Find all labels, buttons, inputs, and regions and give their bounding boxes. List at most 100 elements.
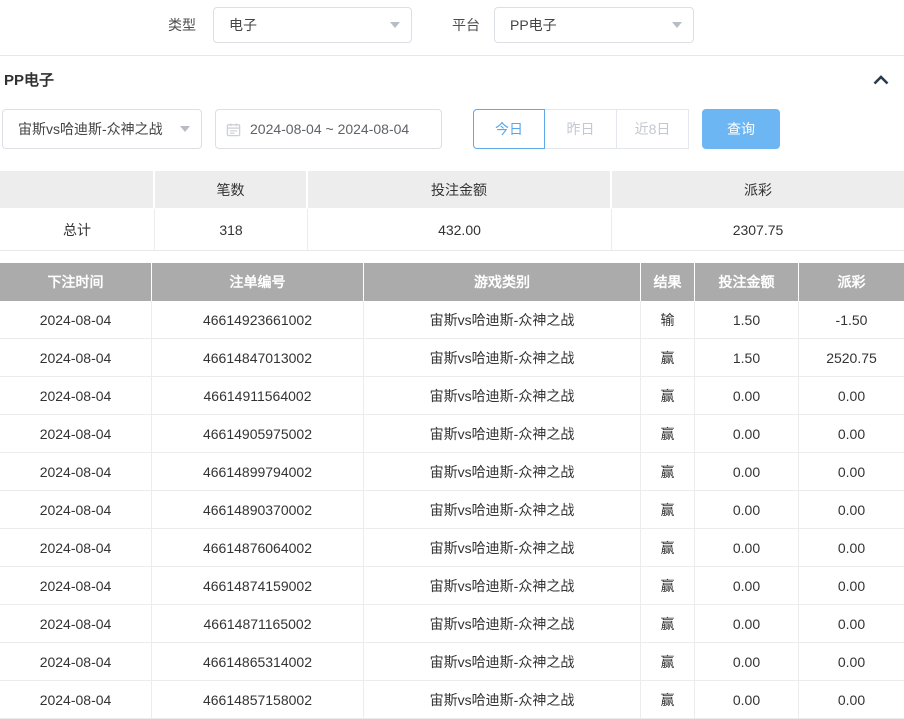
cell-payout: 0.00 xyxy=(799,491,904,528)
cell-game-category: 宙斯vs哈迪斯-众神之战 xyxy=(364,339,641,376)
cell-order-number: 46614857158002 xyxy=(152,681,364,718)
cell-order-number: 46614847013002 xyxy=(152,339,364,376)
caret-down-icon xyxy=(390,22,400,33)
cell-payout: 0.00 xyxy=(799,681,904,718)
cell-bet-amount: 0.00 xyxy=(695,643,799,680)
cell-result: 赢 xyxy=(641,415,695,452)
platform-label: 平台 xyxy=(452,15,480,35)
table-row: 2024-08-04 46614905975002 宙斯vs哈迪斯-众神之战 赢… xyxy=(0,415,904,453)
cell-game-category: 宙斯vs哈迪斯-众神之战 xyxy=(364,605,641,642)
cell-game-category: 宙斯vs哈迪斯-众神之战 xyxy=(364,301,641,338)
cell-bet-amount: 1.50 xyxy=(695,339,799,376)
cell-bet-time: 2024-08-04 xyxy=(0,643,152,680)
cell-game-category: 宙斯vs哈迪斯-众神之战 xyxy=(364,643,641,680)
cell-game-category: 宙斯vs哈迪斯-众神之战 xyxy=(364,567,641,604)
cell-result: 赢 xyxy=(641,567,695,604)
quick-range-button[interactable]: 今日 xyxy=(473,109,545,149)
game-select[interactable]: 宙斯vs哈迪斯-众神之战 xyxy=(2,109,202,149)
table-row: 2024-08-04 46614871165002 宙斯vs哈迪斯-众神之战 赢… xyxy=(0,605,904,643)
top-filter-bar: 类型 电子 平台 PP电子 xyxy=(0,7,904,43)
cell-payout: 0.00 xyxy=(799,453,904,490)
date-range-value: 2024-08-04 ~ 2024-08-04 xyxy=(250,121,409,137)
cell-bet-amount: 0.00 xyxy=(695,567,799,604)
table-row: 2024-08-04 46614857158002 宙斯vs哈迪斯-众神之战 赢… xyxy=(0,681,904,719)
cell-order-number: 46614876064002 xyxy=(152,529,364,566)
summary-header-row: 笔数 投注金额 派彩 xyxy=(0,171,904,208)
cell-bet-amount: 0.00 xyxy=(695,491,799,528)
cell-order-number: 46614865314002 xyxy=(152,643,364,680)
cell-bet-time: 2024-08-04 xyxy=(0,491,152,528)
cell-payout: 0.00 xyxy=(799,643,904,680)
col-result: 结果 xyxy=(641,263,695,301)
summary-table: 笔数 投注金额 派彩 总计 318 432.00 2307.75 xyxy=(0,171,904,251)
game-select-value: 宙斯vs哈迪斯-众神之战 xyxy=(18,119,163,139)
quick-range-button[interactable]: 昨日 xyxy=(545,109,617,149)
col-game-category: 游戏类别 xyxy=(364,263,641,301)
cell-bet-time: 2024-08-04 xyxy=(0,415,152,452)
table-row: 2024-08-04 46614911564002 宙斯vs哈迪斯-众神之战 赢… xyxy=(0,377,904,415)
cell-bet-time: 2024-08-04 xyxy=(0,339,152,376)
summary-total-row: 总计 318 432.00 2307.75 xyxy=(0,209,904,251)
type-select-value: 电子 xyxy=(229,15,257,35)
cell-order-number: 46614874159002 xyxy=(152,567,364,604)
cell-bet-amount: 0.00 xyxy=(695,377,799,414)
records-table-header: 下注时间 注单编号 游戏类别 结果 投注金额 派彩 xyxy=(0,263,904,301)
cell-payout: 0.00 xyxy=(799,529,904,566)
cell-result: 赢 xyxy=(641,605,695,642)
cell-order-number: 46614923661002 xyxy=(152,301,364,338)
cell-order-number: 46614890370002 xyxy=(152,491,364,528)
cell-bet-amount: 0.00 xyxy=(695,529,799,566)
summary-total-count: 318 xyxy=(155,209,308,250)
summary-header-payout: 派彩 xyxy=(612,171,904,208)
cell-bet-amount: 0.00 xyxy=(695,415,799,452)
summary-header-empty xyxy=(0,171,155,208)
table-row: 2024-08-04 46614923661002 宙斯vs哈迪斯-众神之战 输… xyxy=(0,301,904,339)
cell-bet-amount: 1.50 xyxy=(695,301,799,338)
date-range-input[interactable]: 2024-08-04 ~ 2024-08-04 xyxy=(215,109,442,149)
table-row: 2024-08-04 46614865314002 宙斯vs哈迪斯-众神之战 赢… xyxy=(0,643,904,681)
cell-game-category: 宙斯vs哈迪斯-众神之战 xyxy=(364,491,641,528)
section-header: PP电子 xyxy=(0,56,904,90)
chevron-up-icon[interactable] xyxy=(872,74,890,86)
cell-bet-amount: 0.00 xyxy=(695,453,799,490)
cell-result: 赢 xyxy=(641,681,695,718)
type-select[interactable]: 电子 xyxy=(213,7,412,43)
cell-result: 赢 xyxy=(641,643,695,680)
cell-bet-amount: 0.00 xyxy=(695,605,799,642)
cell-payout: 0.00 xyxy=(799,415,904,452)
cell-order-number: 46614871165002 xyxy=(152,605,364,642)
table-row: 2024-08-04 46614874159002 宙斯vs哈迪斯-众神之战 赢… xyxy=(0,567,904,605)
cell-bet-time: 2024-08-04 xyxy=(0,377,152,414)
cell-bet-time: 2024-08-04 xyxy=(0,567,152,604)
cell-bet-time: 2024-08-04 xyxy=(0,301,152,338)
cell-bet-time: 2024-08-04 xyxy=(0,681,152,718)
cell-payout: -1.50 xyxy=(799,301,904,338)
table-row: 2024-08-04 46614899794002 宙斯vs哈迪斯-众神之战 赢… xyxy=(0,453,904,491)
cell-game-category: 宙斯vs哈迪斯-众神之战 xyxy=(364,529,641,566)
cell-result: 赢 xyxy=(641,339,695,376)
caret-down-icon xyxy=(672,22,682,33)
cell-payout: 2520.75 xyxy=(799,339,904,376)
summary-total-bet-amount: 432.00 xyxy=(308,209,612,250)
cell-order-number: 46614911564002 xyxy=(152,377,364,414)
cell-result: 输 xyxy=(641,301,695,338)
table-row: 2024-08-04 46614890370002 宙斯vs哈迪斯-众神之战 赢… xyxy=(0,491,904,529)
cell-result: 赢 xyxy=(641,453,695,490)
summary-total-payout: 2307.75 xyxy=(612,209,904,250)
platform-select[interactable]: PP电子 xyxy=(494,7,694,43)
cell-game-category: 宙斯vs哈迪斯-众神之战 xyxy=(364,415,641,452)
search-button[interactable]: 查询 xyxy=(702,109,780,149)
cell-game-category: 宙斯vs哈迪斯-众神之战 xyxy=(364,453,641,490)
cell-order-number: 46614899794002 xyxy=(152,453,364,490)
quick-range-button[interactable]: 近8日 xyxy=(617,109,689,149)
quick-range-group: 今日 昨日 近8日 xyxy=(473,109,689,149)
query-toolbar: 宙斯vs哈迪斯-众神之战 2024-08-04 ~ 2024-08-04 今日 … xyxy=(2,109,904,149)
cell-result: 赢 xyxy=(641,377,695,414)
col-bet-time: 下注时间 xyxy=(0,263,152,301)
cell-payout: 0.00 xyxy=(799,377,904,414)
summary-header-bet-amount: 投注金额 xyxy=(308,171,612,208)
table-row: 2024-08-04 46614847013002 宙斯vs哈迪斯-众神之战 赢… xyxy=(0,339,904,377)
section-title: PP电子 xyxy=(4,69,54,90)
cell-bet-time: 2024-08-04 xyxy=(0,529,152,566)
col-bet-amount: 投注金额 xyxy=(695,263,799,301)
